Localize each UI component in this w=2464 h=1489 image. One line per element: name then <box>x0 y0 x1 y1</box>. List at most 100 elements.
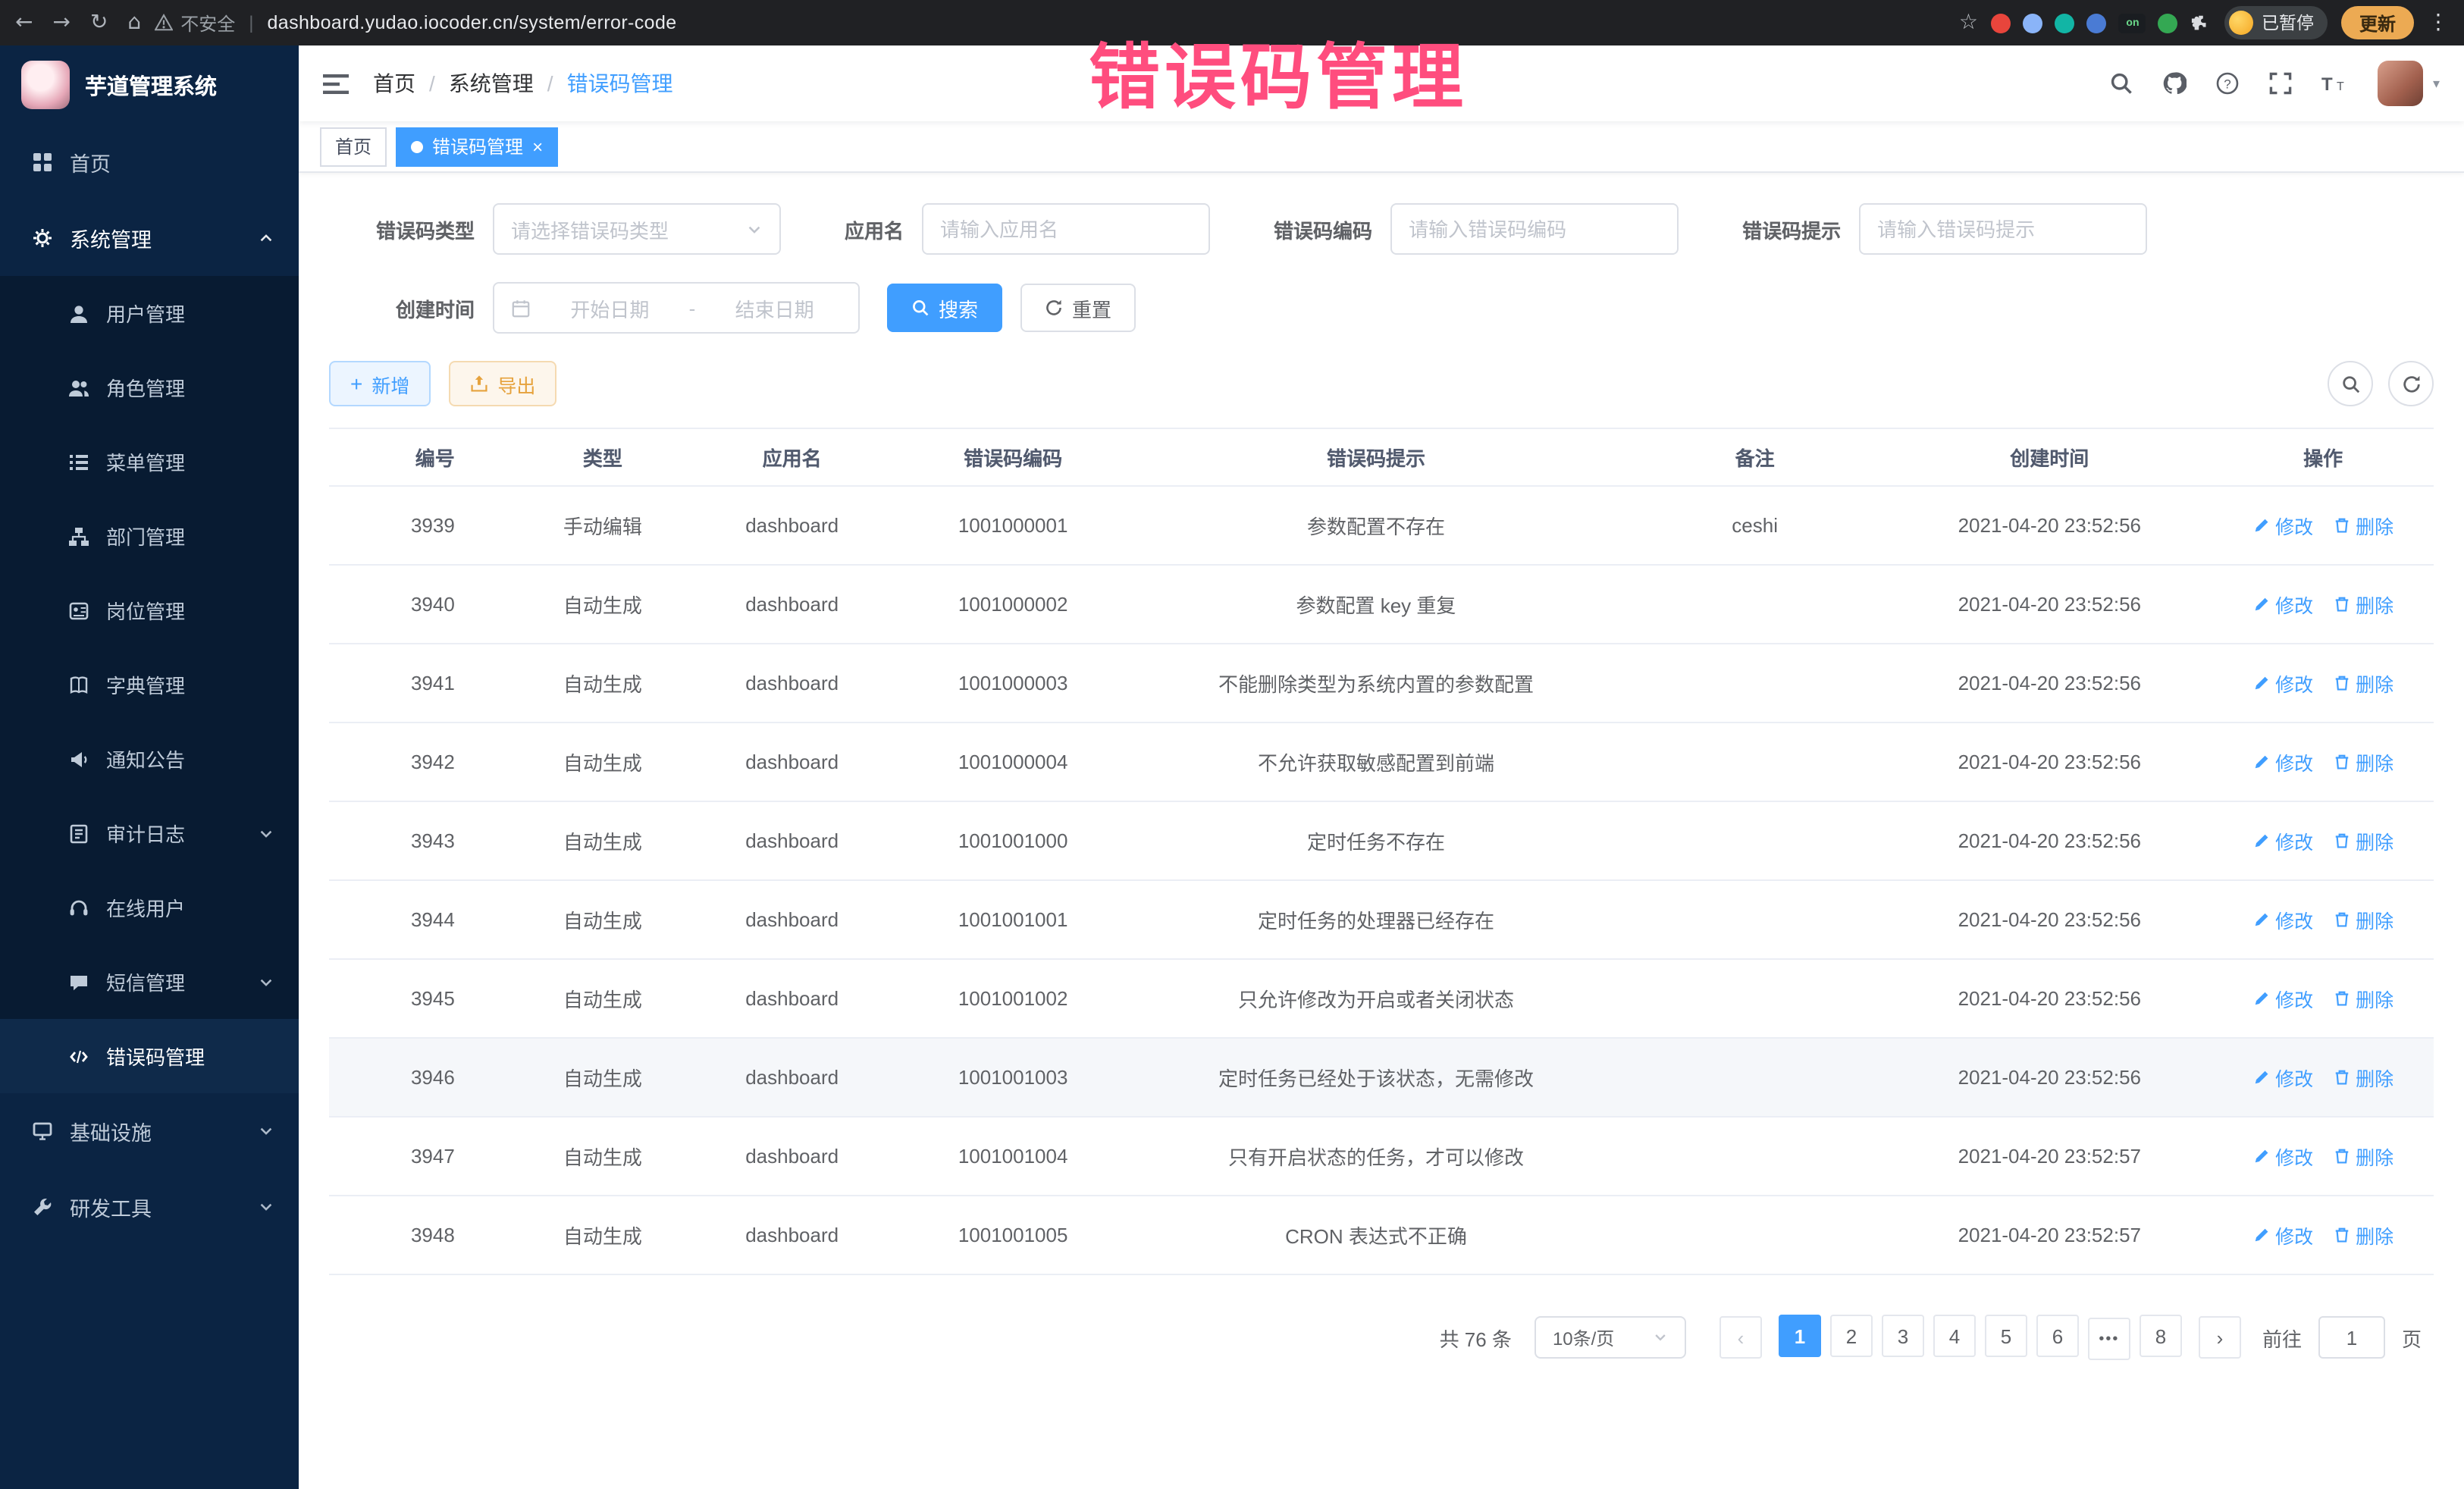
breadcrumb-item[interactable]: 首页 <box>373 68 415 99</box>
table-row[interactable]: 3945自动生成dashboard1001001002只允许修改为开启或者关闭状… <box>329 960 2434 1039</box>
question-icon[interactable]: ? <box>2216 71 2240 96</box>
table-row[interactable]: 3947自动生成dashboard1001001004只有开启状态的任务，才可以… <box>329 1118 2434 1196</box>
sidebar-item-error-code[interactable]: 错误码管理 <box>0 1019 299 1093</box>
page-button-1[interactable]: 1 <box>1779 1315 1821 1357</box>
delete-link[interactable]: 删除 <box>2333 511 2393 540</box>
search-icon[interactable] <box>2110 71 2134 96</box>
tab-首页[interactable]: 首页 <box>320 127 387 166</box>
sidebar-item-menu[interactable]: 菜单管理 <box>0 425 299 499</box>
ext-blue-icon[interactable] <box>2087 13 2107 33</box>
delete-link[interactable]: 删除 <box>2333 1221 2393 1249</box>
security-indicator[interactable]: 不安全 <box>155 10 235 36</box>
toggle-search-button[interactable] <box>2328 361 2373 406</box>
next-page-button[interactable]: › <box>2199 1316 2241 1359</box>
sidebar-item-sms[interactable]: 短信管理 <box>0 945 299 1019</box>
sidebar-item-system[interactable]: 系统管理 <box>0 200 299 276</box>
page-button-8[interactable]: 8 <box>2140 1315 2182 1357</box>
ext-teal-icon[interactable] <box>2055 13 2075 33</box>
delete-link[interactable]: 删除 <box>2333 669 2393 697</box>
error-code-input[interactable] <box>1390 203 1679 255</box>
ext-red-icon[interactable] <box>1992 13 2011 33</box>
edit-link[interactable]: 修改 <box>2252 1221 2313 1249</box>
table-row[interactable]: 3939手动编辑dashboard1001000001参数配置不存在ceshi2… <box>329 487 2434 566</box>
sidebar-item-dept[interactable]: 部门管理 <box>0 499 299 573</box>
puzzle-extensions-icon[interactable] <box>2192 13 2212 33</box>
reload-icon[interactable]: ↻ <box>90 12 108 33</box>
table-row[interactable]: 3942自动生成dashboard1001000004不允许获取敏感配置到前端2… <box>329 723 2434 802</box>
sidebar-item-user[interactable]: 用户管理 <box>0 276 299 350</box>
edit-link[interactable]: 修改 <box>2252 511 2313 540</box>
page-button-5[interactable]: 5 <box>1985 1315 2027 1357</box>
delete-link[interactable]: 删除 <box>2333 826 2393 855</box>
prev-page-button[interactable]: ‹ <box>1719 1316 1762 1359</box>
error-hint-input[interactable] <box>1859 203 2147 255</box>
page-button-3[interactable]: 3 <box>1882 1315 1924 1357</box>
error-type-select[interactable]: 请选择错误码类型 <box>493 203 781 255</box>
user-avatar-menu[interactable]: ▾ <box>2378 61 2440 106</box>
edit-link[interactable]: 修改 <box>2252 905 2313 934</box>
sidebar-item-online-user[interactable]: 在线用户 <box>0 870 299 945</box>
delete-link[interactable]: 删除 <box>2333 748 2393 776</box>
hamburger-icon[interactable] <box>323 72 349 95</box>
tab-错误码管理[interactable]: 错误码管理× <box>396 127 558 166</box>
sidebar-item-post[interactable]: 岗位管理 <box>0 573 299 647</box>
delete-link[interactable]: 删除 <box>2333 905 2393 934</box>
browser-update-button[interactable]: 更新 <box>2341 6 2414 39</box>
date-range-picker[interactable]: 开始日期 - 结束日期 <box>493 282 860 334</box>
sidebar-item-infra[interactable]: 基础设施 <box>0 1093 299 1169</box>
bookmark-star-icon[interactable]: ☆ <box>1959 12 1978 33</box>
page-button-6[interactable]: 6 <box>2036 1315 2079 1357</box>
delete-link[interactable]: 删除 <box>2333 984 2393 1013</box>
edit-link[interactable]: 修改 <box>2252 984 2313 1013</box>
more-pages-button[interactable]: ••• <box>2088 1318 2130 1360</box>
sidebar-item-home[interactable]: 首页 <box>0 124 299 200</box>
fontsize-icon[interactable]: TT <box>2322 73 2350 94</box>
export-button[interactable]: 导出 <box>449 361 556 406</box>
page-size-select[interactable]: 10条/页 <box>1535 1316 1686 1359</box>
github-icon[interactable] <box>2163 71 2187 96</box>
sidebar-item-role[interactable]: 角色管理 <box>0 350 299 425</box>
page-button-2[interactable]: 2 <box>1830 1315 1873 1357</box>
table-row[interactable]: 3948自动生成dashboard1001001005CRON 表达式不正确20… <box>329 1196 2434 1275</box>
kebab-menu-icon[interactable]: ⋮ <box>2428 12 2449 33</box>
page-button-4[interactable]: 4 <box>1933 1315 1976 1357</box>
breadcrumb-item[interactable]: 系统管理 <box>449 68 534 99</box>
table-row[interactable]: 3943自动生成dashboard1001001000定时任务不存在2021-0… <box>329 802 2434 881</box>
table-row[interactable]: 3944自动生成dashboard1001001001定时任务的处理器已经存在2… <box>329 881 2434 960</box>
sidebar-item-audit-log[interactable]: 审计日志 <box>0 796 299 870</box>
delete-link[interactable]: 删除 <box>2333 1142 2393 1171</box>
sidebar-item-dict[interactable]: 字典管理 <box>0 647 299 722</box>
delete-link[interactable]: 删除 <box>2333 1063 2393 1092</box>
edit-link[interactable]: 修改 <box>2252 826 2313 855</box>
search-button[interactable]: 搜索 <box>887 284 1002 332</box>
sidebar-item-devtool[interactable]: 研发工具 <box>0 1169 299 1245</box>
ext-lightblue-icon[interactable] <box>2024 13 2043 33</box>
edit-link[interactable]: 修改 <box>2252 1142 2313 1171</box>
close-tab-icon[interactable]: × <box>532 136 543 157</box>
table-row[interactable]: 3946自动生成dashboard1001001003定时任务已经处于该状态，无… <box>329 1039 2434 1118</box>
add-button[interactable]: + 新增 <box>329 361 431 406</box>
refresh-table-button[interactable] <box>2388 361 2434 406</box>
edit-link[interactable]: 修改 <box>2252 669 2313 697</box>
cell-code: 1001001005 <box>897 1218 1128 1252</box>
edit-link[interactable]: 修改 <box>2252 1063 2313 1092</box>
delete-link[interactable]: 删除 <box>2333 590 2393 619</box>
back-arrow-icon[interactable]: ← <box>15 12 33 33</box>
table-row[interactable]: 3941自动生成dashboard1001000003不能删除类型为系统内置的参… <box>329 644 2434 723</box>
breadcrumb-item[interactable]: 错误码管理 <box>567 68 673 99</box>
sidebar-item-notice[interactable]: 通知公告 <box>0 722 299 796</box>
profile-chip[interactable]: 已暂停 <box>2225 6 2328 39</box>
ext-green-icon[interactable] <box>2158 13 2178 33</box>
fullscreen-icon[interactable] <box>2269 71 2293 96</box>
reset-button[interactable]: 重置 <box>1020 284 1136 332</box>
edit-link[interactable]: 修改 <box>2252 590 2313 619</box>
edit-link[interactable]: 修改 <box>2252 748 2313 776</box>
ext-dark-on-icon[interactable]: on <box>2119 13 2146 33</box>
forward-arrow-icon[interactable]: → <box>52 12 70 33</box>
app-logo[interactable]: 芋道管理系统 <box>0 45 299 124</box>
table-row[interactable]: 3940自动生成dashboard1001000002参数配置 key 重复20… <box>329 566 2434 644</box>
app-name-input[interactable] <box>922 203 1210 255</box>
url-bar[interactable]: dashboard.yudao.iocoder.cn/system/error-… <box>267 12 676 33</box>
goto-page-input[interactable] <box>2318 1316 2385 1359</box>
home-icon[interactable]: ⌂ <box>127 12 141 33</box>
